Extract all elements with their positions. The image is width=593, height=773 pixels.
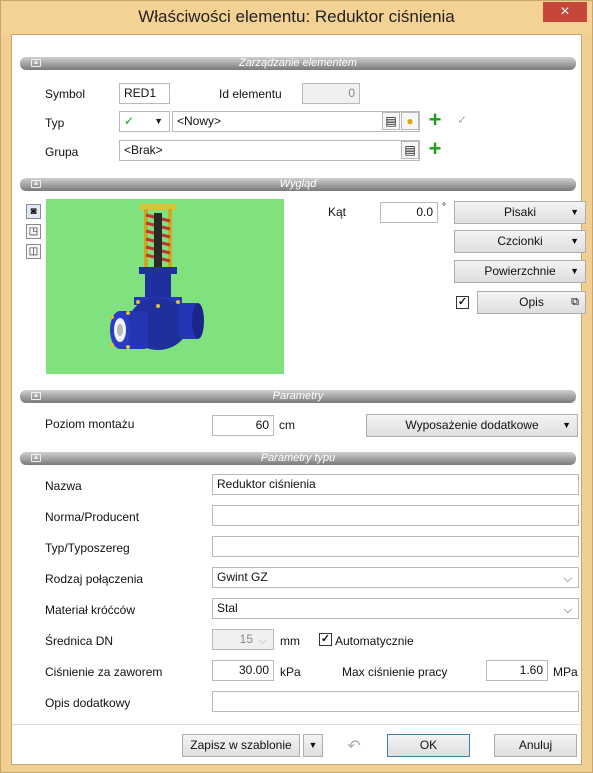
plan-view-icon[interactable]: ◳ [26, 224, 41, 239]
kat-unit: ° [442, 202, 446, 213]
symbol-label: Symbol [45, 87, 86, 101]
material-value: Stal [217, 601, 238, 615]
collapse-icon[interactable]: ▲ [31, 59, 41, 67]
title-bar[interactable]: Właściwości elementu: Reduktor ciśnienia… [1, 1, 592, 34]
srednica-unit: mm [280, 634, 300, 648]
element-preview-image [46, 199, 284, 374]
confirm-icon[interactable]: ✓ [453, 112, 471, 130]
cisnienie-input[interactable]: 30.00 [212, 660, 274, 681]
norma-label: Norma/Producent [45, 510, 140, 524]
chevron-down-icon: ▼ [570, 236, 579, 246]
zapisz-dropdown-button[interactable]: ▼ [303, 734, 323, 757]
wyposazenie-label: Wyposażenie dodatkowe [405, 418, 539, 432]
pisaki-label: Pisaki [503, 205, 536, 219]
pisaki-button[interactable]: Pisaki ▼ [454, 201, 586, 224]
cisnienie-unit: kPa [280, 665, 301, 679]
section-title: Parametry [272, 390, 324, 402]
ok-button[interactable]: OK [387, 734, 470, 757]
id-input: 0 [302, 83, 360, 104]
kat-label: Kąt [328, 205, 347, 219]
poziom-unit: cm [279, 418, 295, 432]
lightbulb-icon[interactable]: ● [401, 112, 419, 130]
grupa-label: Grupa [45, 145, 79, 159]
footer-divider [12, 724, 581, 725]
3d-view-icon[interactable]: ◫ [26, 244, 41, 259]
cisnienie-label: Ciśnienie za zaworem [45, 665, 163, 679]
kat-input[interactable]: 0.0 [380, 202, 438, 223]
poziom-label: Poziom montażu [45, 417, 135, 431]
typoszereg-input[interactable] [212, 536, 579, 557]
section-header-zarzadzanie[interactable]: ▲ Zarządzanie elementem [20, 57, 576, 70]
chevron-down-icon: ▼ [570, 207, 579, 217]
automatycznie-checkbox[interactable]: ✓ [319, 633, 332, 646]
material-label: Materiał króćców [45, 603, 136, 617]
add-grupa-button[interactable]: + [425, 138, 445, 160]
collapse-icon[interactable]: ▲ [31, 180, 41, 188]
collapse-icon[interactable]: ▲ [31, 392, 41, 400]
section-title: Wygląd [279, 178, 317, 190]
chevron-down-icon: ▼ [570, 266, 579, 276]
chevron-down-icon: ▼ [154, 116, 163, 126]
section-header-parametry-typu[interactable]: ▲ Parametry typu [20, 452, 576, 465]
nazwa-label: Nazwa [45, 479, 82, 493]
material-select[interactable]: Stal ⌵ [212, 598, 579, 619]
opis-checkbox[interactable]: ✓ [456, 296, 469, 309]
norma-input[interactable] [212, 505, 579, 526]
collapse-icon[interactable]: ▲ [31, 454, 41, 462]
window-title: Właściwości elementu: Reduktor ciśnienia [138, 7, 455, 26]
chevron-down-icon: ⌵ [258, 635, 267, 647]
grupa-input[interactable]: <Brak> [119, 140, 420, 161]
open-dialog-icon: ⧉ [571, 296, 579, 308]
poziom-input[interactable]: 60 [212, 415, 274, 436]
srednica-select: 15 ⌵ [212, 629, 274, 650]
wyposazenie-button[interactable]: Wyposażenie dodatkowe ▼ [366, 414, 578, 437]
srednica-label: Średnica DN [45, 634, 114, 648]
czcionki-button[interactable]: Czcionki ▼ [454, 230, 586, 253]
rodzaj-value: Gwint GZ [217, 570, 268, 584]
document-icon[interactable]: ▤ [382, 112, 400, 130]
typoszereg-label: Typ/Typoszereg [45, 541, 130, 555]
max-cisnienie-label: Max ciśnienie pracy [342, 665, 448, 679]
opis-dodatkowy-label: Opis dodatkowy [45, 696, 131, 710]
opis-dodatkowy-input[interactable] [212, 691, 579, 712]
section-header-parametry[interactable]: ▲ Parametry [20, 390, 576, 403]
rodzaj-label: Rodzaj połączenia [45, 572, 144, 586]
section-title: Zarządzanie elementem [238, 57, 357, 69]
srednica-value: 15 [239, 632, 253, 646]
typ-check-dropdown[interactable]: ✓ ▼ [119, 111, 170, 132]
check-icon: ✓ [124, 114, 135, 128]
undo-icon[interactable]: ↶ [342, 736, 366, 756]
typ-label: Typ [45, 116, 65, 130]
chevron-down-icon: ⌵ [563, 604, 572, 616]
zapisz-w-szablonie-button[interactable]: Zapisz w szablonie [182, 734, 300, 757]
photo-view-icon[interactable]: ◙ [26, 204, 41, 219]
automatycznie-label: Automatycznie [335, 634, 414, 648]
opis-button[interactable]: Opis ⧉ [477, 291, 586, 314]
section-header-wyglad[interactable]: ▲ Wygląd [20, 178, 576, 191]
add-typ-button[interactable]: + [425, 109, 445, 131]
close-button[interactable]: × [543, 2, 587, 22]
max-cisnienie-input[interactable]: 1.60 [486, 660, 548, 681]
symbol-input[interactable]: RED1 [119, 83, 170, 104]
czcionki-label: Czcionki [497, 234, 543, 248]
nazwa-input[interactable]: Reduktor ciśnienia [212, 474, 579, 495]
valve-illustration [110, 204, 204, 350]
document-icon[interactable]: ▤ [401, 141, 419, 159]
section-title: Parametry typu [260, 452, 336, 464]
dialog-body: ▲ Zarządzanie elementem Symbol RED1 Id e… [11, 34, 586, 765]
id-label: Id elementu [219, 87, 282, 101]
max-cisnienie-unit: MPa [553, 665, 578, 679]
powierzchnie-button[interactable]: Powierzchnie ▼ [454, 260, 586, 283]
opis-label: Opis [519, 295, 544, 309]
dialog-window: Właściwości elementu: Reduktor ciśnienia… [0, 0, 593, 773]
anuluj-button[interactable]: Anuluj [494, 734, 577, 757]
chevron-down-icon: ▼ [562, 420, 571, 430]
rodzaj-select[interactable]: Gwint GZ ⌵ [212, 567, 579, 588]
powierzchnie-label: Powierzchnie [484, 264, 556, 278]
chevron-down-icon: ⌵ [563, 573, 572, 585]
